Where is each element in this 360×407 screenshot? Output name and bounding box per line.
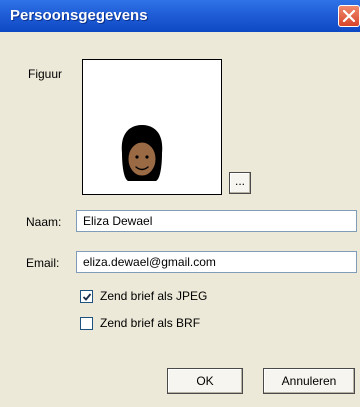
dialog-window: Persoonsgegevens Figuur ... Naam: Eliza …: [0, 0, 360, 407]
title-bar[interactable]: Persoonsgegevens: [0, 0, 360, 32]
close-icon: [343, 10, 355, 22]
jpeg-checkbox[interactable]: [80, 290, 93, 303]
cancel-button[interactable]: Annuleren: [263, 368, 355, 394]
ok-button[interactable]: OK: [167, 368, 243, 394]
figure-label: Figuur: [28, 67, 63, 81]
name-label: Naam:: [26, 215, 62, 229]
figure-preview: [82, 59, 222, 195]
email-label: Email:: [26, 256, 60, 270]
brf-checkbox-label: Zend brief als BRF: [100, 316, 201, 330]
browse-figure-button[interactable]: ...: [229, 172, 251, 194]
name-field[interactable]: Eliza Dewael: [76, 210, 357, 232]
avatar-icon: [121, 125, 163, 181]
email-field[interactable]: eliza.dewael@gmail.com: [76, 251, 357, 273]
close-button[interactable]: [338, 5, 360, 27]
brf-checkbox[interactable]: [80, 317, 93, 330]
check-icon: [82, 293, 92, 301]
jpeg-checkbox-label: Zend brief als JPEG: [100, 289, 208, 303]
window-title: Persoonsgegevens: [10, 7, 148, 24]
